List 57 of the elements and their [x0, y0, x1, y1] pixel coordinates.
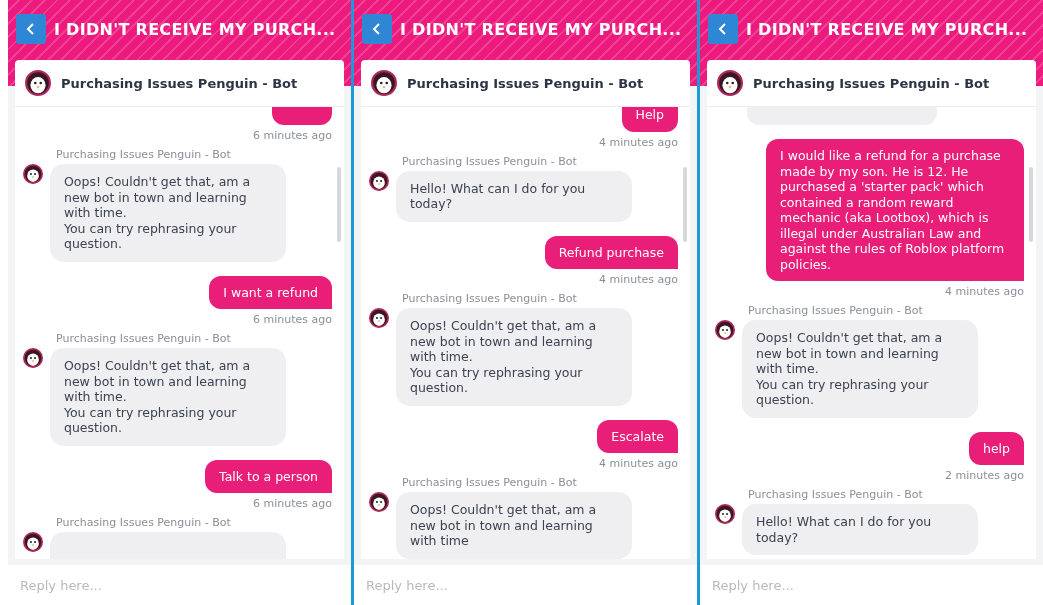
sender-name: Purchasing Issues Penguin - Bot [402, 154, 578, 168]
penguin-avatar-icon [25, 70, 51, 96]
bot-name: Purchasing Issues Penguin - Bot [753, 75, 990, 91]
bot-message: Oops! Couldn't get that, am a new bot in town and learning with time. You can try rephrasing your question. [50, 164, 286, 262]
sender-name: Purchasing Issues Penguin - Bot [402, 292, 578, 305]
sender-name: Purchasing Issues Penguin - Bot [56, 332, 232, 345]
message-time: 6 minutes ago [253, 313, 332, 326]
penguin-avatar-icon [717, 70, 743, 96]
scrollbar[interactable] [1029, 167, 1033, 242]
message-time: 4 minutes ago [599, 273, 678, 286]
user-message: I would like a refund for a purchase made by my son. He is 12. He purchased a 'starter pack' which contained a random reward mechanic (aka Lootbox), which is illegal under Australian Law and against the rules of Roblox platform policies. [766, 139, 1024, 281]
penguin-avatar-icon [715, 320, 735, 340]
user-message: Escalate [597, 419, 678, 453]
user-message: help [968, 431, 1024, 465]
bot-message: Hello! What can I do for you today? [742, 504, 978, 555]
penguin-avatar-icon [369, 170, 389, 191]
chevron-left-icon [718, 23, 728, 35]
chat-title: I DIDN'T RECEIVE MY PURCH... [400, 19, 682, 39]
message-time: 4 minutes ago [599, 135, 678, 149]
back-button[interactable] [708, 14, 738, 44]
bot-name: Purchasing Issues Penguin - Bot [61, 75, 298, 91]
bot-name: Purchasing Issues Penguin - Bot [407, 75, 644, 91]
user-message: Refund purchase [544, 235, 678, 269]
penguin-avatar-icon [23, 532, 43, 552]
back-button[interactable] [362, 14, 392, 44]
user-message: I want a refund [209, 275, 332, 309]
bot-message: Oops! Couldn't get that, am a new bot in town and learning with time. You can try rephrasing your question. [50, 348, 286, 446]
chat-title: I DIDN'T RECEIVE MY PURCH... [54, 19, 336, 39]
message-time: 6 minutes ago [253, 497, 332, 510]
sender-name: Purchasing Issues Penguin - Bot [402, 476, 578, 489]
bot-message: Oops! Couldn't get that, am a new bot in town and learning with time. You can try rephrasing your question. [396, 308, 632, 406]
message-bubble [272, 107, 332, 125]
penguin-avatar-icon [369, 492, 389, 512]
user-message: Help [621, 107, 678, 132]
sender-name: Purchasing Issues Penguin - Bot [748, 488, 924, 501]
chat-title: I DIDN'T RECEIVE MY PURCH... [746, 19, 1028, 39]
bot-message: Hello! What can I do for you today? [396, 170, 632, 222]
message-time: 6 minutes ago [253, 129, 332, 142]
penguin-avatar-icon [369, 308, 389, 328]
penguin-avatar-icon [371, 70, 397, 96]
back-button[interactable] [16, 14, 46, 44]
bot-message: Oops! Couldn't get that, am a new bot in town and learning with time. You can try rephrasing your question. [742, 320, 978, 418]
scrollbar[interactable] [683, 167, 687, 242]
chevron-left-icon [26, 23, 36, 35]
sender-name: Purchasing Issues Penguin - Bot [748, 304, 924, 317]
penguin-avatar-icon [23, 348, 43, 368]
penguin-avatar-icon [23, 164, 43, 184]
chevron-left-icon [372, 23, 382, 35]
message-time: 2 minutes ago [945, 469, 1024, 482]
sender-name: Purchasing Issues Penguin - Bot [56, 148, 232, 161]
bot-message: Oops! Couldn't get that, am a new bot in town and learning with time [396, 492, 632, 559]
penguin-avatar-icon [715, 504, 735, 524]
message-time: 4 minutes ago [599, 457, 678, 470]
sender-name: Purchasing Issues Penguin - Bot [56, 516, 232, 529]
scrollbar[interactable] [337, 167, 341, 242]
message-time: 4 minutes ago [945, 285, 1024, 298]
user-message: Talk to a person [205, 459, 332, 493]
